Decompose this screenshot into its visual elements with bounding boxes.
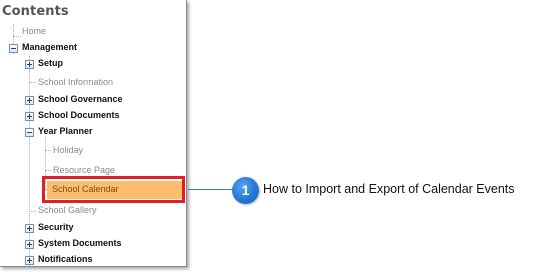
tree-item-security[interactable]: Security — [38, 222, 74, 233]
contents-title: Contents — [2, 4, 69, 19]
tree-item-setup[interactable]: Setup — [38, 58, 63, 69]
tree-guide-line — [29, 82, 36, 83]
plus-box-icon[interactable] — [25, 96, 34, 105]
tree-item-holiday[interactable]: Holiday — [53, 145, 83, 156]
plus-box-icon[interactable] — [25, 240, 34, 249]
callout-connector-line — [188, 189, 234, 190]
tree-item-school-gallery[interactable]: School Gallery — [38, 205, 97, 216]
minus-box-icon[interactable] — [25, 128, 34, 137]
tree-guide-line — [13, 36, 21, 37]
tree-item-school-governance[interactable]: School Governance — [38, 94, 123, 105]
highlight-box — [42, 176, 185, 203]
tree-item-notifications[interactable]: Notifications — [38, 254, 93, 265]
tree-item-school-documents[interactable]: School Documents — [38, 110, 120, 121]
callout-number-badge: 1 — [232, 177, 259, 204]
tree-item-management[interactable]: Management — [22, 42, 77, 53]
tree-item-system-documents[interactable]: System Documents — [38, 238, 122, 249]
tree-item-year-planner[interactable]: Year Planner — [38, 126, 93, 137]
plus-box-icon[interactable] — [25, 112, 34, 121]
help-screenshot: Contents Home Management Setup School In… — [0, 0, 538, 272]
contents-panel: Contents Home Management Setup School In… — [0, 0, 187, 267]
tree-item-resource-page[interactable]: Resource Page — [53, 165, 115, 176]
tree-guide-line — [29, 211, 36, 212]
tree-guide-line — [45, 150, 51, 151]
plus-box-icon[interactable] — [25, 224, 34, 233]
callout-text: How to Import and Export of Calendar Eve… — [263, 182, 515, 196]
tree-item-home[interactable]: Home — [22, 26, 46, 37]
tree-guide-line — [29, 56, 30, 266]
minus-box-icon[interactable] — [9, 44, 18, 53]
plus-box-icon[interactable] — [25, 60, 34, 69]
plus-box-icon[interactable] — [25, 256, 34, 265]
tree-item-school-information[interactable]: School Information — [38, 77, 113, 88]
tree-guide-line — [45, 170, 51, 171]
